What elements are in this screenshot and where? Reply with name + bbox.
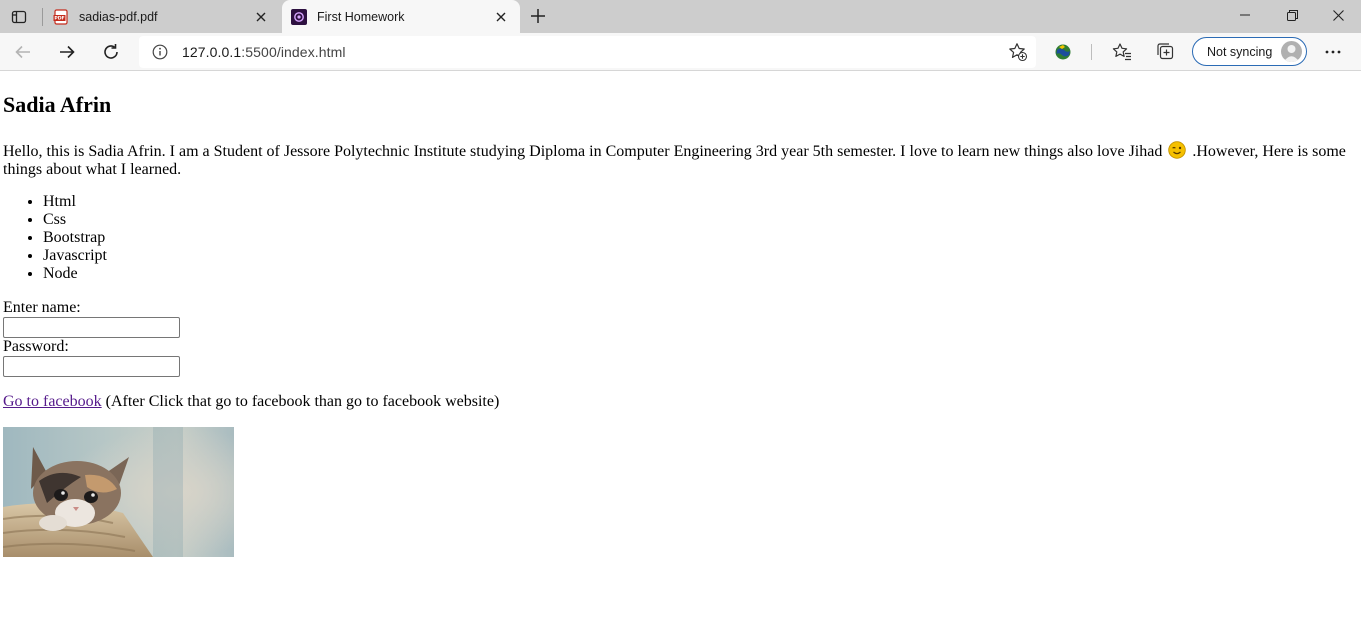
winking-face-icon [1168,141,1187,159]
browser-toolbar: 127.0.0.1:5500/index.html Not syncing [0,33,1361,71]
restore-button[interactable] [1269,0,1315,30]
close-icon[interactable] [252,8,270,26]
back-button[interactable] [10,39,36,65]
url-path: :5500/index.html [241,44,346,60]
close-window-button[interactable] [1315,0,1361,30]
refresh-button[interactable] [98,39,124,65]
sync-status-label: Not syncing [1207,44,1273,59]
info-icon[interactable] [151,43,169,61]
tab-actions-icon[interactable] [8,6,30,28]
tab-title: First Homework [317,9,405,24]
pdf-file-icon: PDF [53,8,69,25]
list-item: Javascript [43,247,107,265]
page-heading: Sadia Afrin [3,92,112,117]
svg-text:PDF: PDF [54,15,64,21]
more-options-icon[interactable] [1320,39,1346,65]
kitten-image [2,427,234,557]
site-favicon-icon [291,8,307,25]
skills-list: Html Css Bootstrap Javascript Node [3,193,107,283]
url-host: 127.0.0.1 [182,44,242,60]
tab-pdf[interactable]: PDF sadias-pdf.pdf [44,0,280,33]
intro-paragraph: Hello, this is Sadia Afrin. I am a Stude… [3,141,1355,179]
name-label: Enter name: [3,299,81,316]
close-icon[interactable] [492,8,510,26]
forward-button[interactable] [54,39,80,65]
minimize-button[interactable] [1222,0,1268,30]
add-favorite-icon[interactable] [1008,42,1028,62]
profile-sync-button[interactable]: Not syncing [1192,37,1307,66]
intro-text: Hello, this is Sadia Afrin. I am a Stude… [3,143,1163,160]
new-tab-button[interactable] [527,5,549,27]
tab-first-homework[interactable]: First Homework [282,0,520,33]
address-bar[interactable]: 127.0.0.1:5500/index.html [139,36,1036,68]
browser-titlebar: PDF sadias-pdf.pdf First Homework [0,0,1361,33]
tab-separator [42,8,43,26]
facebook-note: (After Click that go to facebook than go… [105,393,500,410]
favorites-icon[interactable] [1109,39,1135,65]
toolbar-divider [1091,44,1092,60]
tab-title: sadias-pdf.pdf [79,9,158,24]
list-item: Bootstrap [43,229,107,247]
page-content: Sadia Afrin Hello, this is Sadia Afrin. … [0,71,1361,618]
list-item: Css [43,211,107,229]
password-label: Password: [3,338,69,355]
list-item: Node [43,265,107,283]
password-input[interactable] [3,356,180,377]
url-text[interactable]: 127.0.0.1:5500/index.html [182,44,346,60]
list-item: Html [43,193,107,211]
extension-icon[interactable] [1050,39,1076,65]
facebook-link[interactable]: Go to facebook [3,393,102,410]
collections-icon[interactable] [1153,39,1179,65]
facebook-line: Go to facebook (After Click that go to f… [3,393,499,411]
name-input[interactable] [3,317,180,338]
avatar [1281,41,1302,62]
